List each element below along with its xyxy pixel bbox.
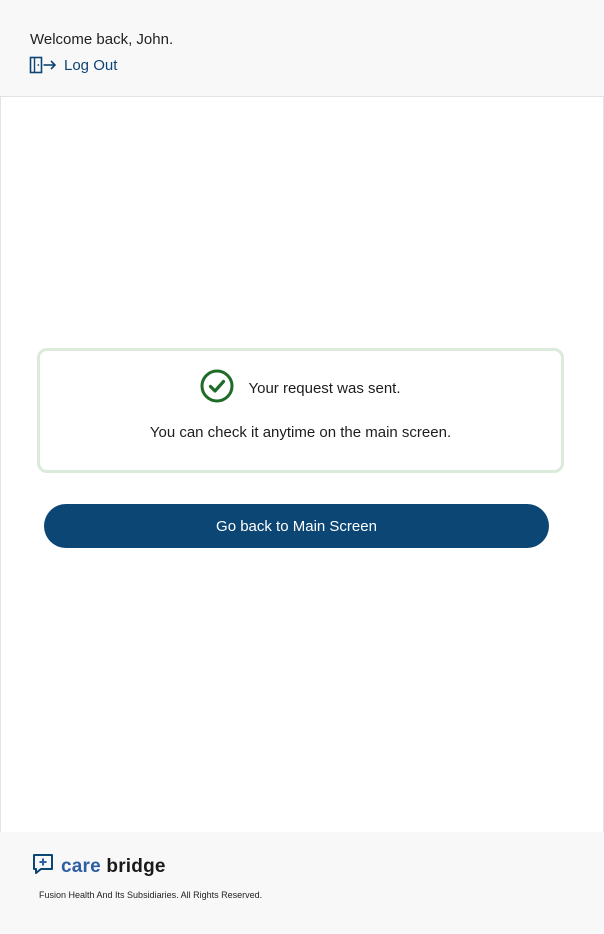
door-exit-icon [29,56,57,74]
welcome-message: Welcome back, John. [30,31,174,48]
main-panel: Your request was sent. You can check it … [0,96,604,833]
confirmation-title: Your request was sent. [248,380,401,397]
header: Welcome back, John. Log Out [0,0,604,96]
check-circle-icon [200,369,234,408]
brand-name: care bridge [61,856,166,878]
brand-name-bridge: bridge [106,855,166,877]
brand-name-care: care [61,855,101,877]
confirmation-box: Your request was sent. You can check it … [37,348,564,473]
confirmation-message: You can check it anytime on the main scr… [149,424,452,441]
footer: care bridge Fusion Health And Its Subsid… [0,832,604,934]
chat-plus-icon [31,852,55,881]
logout-link[interactable]: Log Out [29,55,117,75]
copyright-text: Fusion Health And Its Subsidiaries. All … [39,890,263,900]
logout-label: Log Out [64,56,118,74]
brand-logo: care bridge [31,852,166,881]
back-to-main-button[interactable]: Go back to Main Screen [44,504,549,548]
